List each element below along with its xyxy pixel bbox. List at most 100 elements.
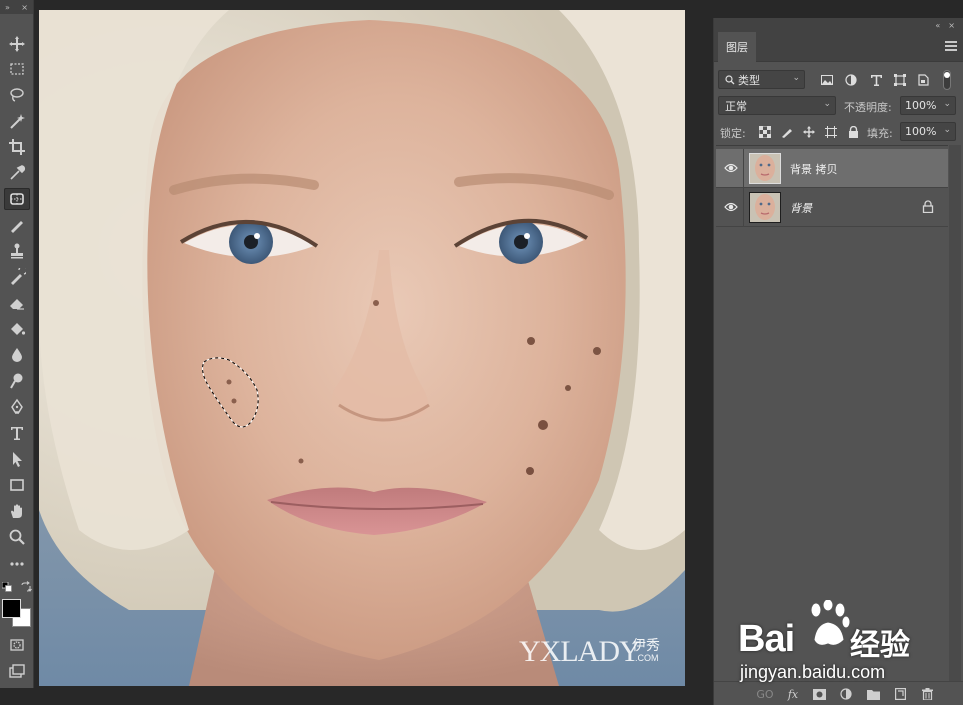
smart-object-filter-icon[interactable] bbox=[916, 73, 930, 87]
panel-header: « × bbox=[714, 18, 963, 32]
panel-tab-row: 图层 bbox=[714, 32, 963, 62]
lasso-tool[interactable] bbox=[4, 84, 30, 106]
collapse-icon[interactable]: « bbox=[935, 21, 940, 30]
blur-drop-icon bbox=[12, 348, 22, 362]
lasso-icon bbox=[10, 88, 24, 102]
search-icon bbox=[725, 74, 735, 84]
brush-tool[interactable] bbox=[4, 214, 30, 236]
layer-name[interactable]: 背景 bbox=[790, 200, 812, 216]
image-filter-icon[interactable] bbox=[820, 73, 834, 87]
path-selection-tool[interactable] bbox=[4, 448, 30, 470]
quick-mask-tool[interactable] bbox=[4, 634, 30, 656]
dodge-icon bbox=[10, 373, 23, 389]
eyedropper-tool[interactable] bbox=[4, 162, 30, 184]
layer-name[interactable]: 背景 拷贝 bbox=[790, 161, 838, 177]
filter-row: 类型 ⌄ bbox=[714, 68, 963, 92]
tools-panel: » × bbox=[0, 0, 34, 688]
adjustment-filter-icon[interactable] bbox=[844, 73, 858, 87]
panel-menu-icon[interactable] bbox=[945, 41, 957, 53]
photoshop-window: » × YXLADY 伊秀 .COM « × 图层 类型 ⌄ 正常 ⌄ 不透明度… bbox=[0, 0, 963, 705]
eyedropper-icon bbox=[10, 165, 26, 180]
stamp-icon bbox=[11, 243, 23, 259]
tools-panel-header: » × bbox=[0, 0, 33, 14]
blend-mode-value: 正常 bbox=[725, 99, 747, 113]
paint-bucket-tool[interactable] bbox=[4, 318, 30, 340]
close-icon[interactable]: × bbox=[948, 21, 955, 30]
swap-colors-icon[interactable] bbox=[20, 581, 32, 593]
layer-row-background-copy[interactable]: 背景 拷贝 bbox=[716, 149, 948, 188]
screen-mode-tool[interactable] bbox=[4, 660, 30, 682]
pen-icon bbox=[11, 398, 23, 414]
baidu-jingyan-watermark: Baidu 经验 jingyan.baidu.com bbox=[738, 600, 958, 690]
stamp-tool[interactable] bbox=[4, 240, 30, 262]
filter-label: 类型 bbox=[738, 73, 760, 87]
marquee-icon bbox=[10, 63, 24, 75]
close-icon[interactable]: × bbox=[21, 3, 28, 12]
patch-tool[interactable] bbox=[4, 188, 30, 210]
default-colors-icon[interactable] bbox=[1, 581, 12, 592]
fill-input[interactable]: 100% ⌄ bbox=[900, 122, 956, 141]
eraser-tool[interactable] bbox=[4, 292, 30, 314]
yxlady-com-watermark: .COM bbox=[635, 653, 659, 663]
marquee-tool[interactable] bbox=[4, 58, 30, 80]
type-icon bbox=[11, 427, 23, 440]
lock-transparent-icon[interactable] bbox=[758, 125, 772, 139]
hand-icon bbox=[11, 504, 22, 518]
eye-visibility-icon[interactable] bbox=[724, 201, 738, 213]
opacity-label: 不透明度: bbox=[844, 101, 892, 114]
rectangle-icon bbox=[10, 479, 24, 491]
dodge-tool[interactable] bbox=[4, 370, 30, 392]
portrait-photo bbox=[39, 10, 685, 686]
paint-bucket-icon bbox=[11, 323, 26, 335]
layer-thumbnail bbox=[749, 153, 781, 184]
rectangle-tool[interactable] bbox=[4, 474, 30, 496]
lock-position-icon[interactable] bbox=[802, 125, 816, 139]
magic-wand-icon bbox=[10, 114, 25, 129]
type-tool[interactable] bbox=[4, 422, 30, 444]
jingyan-label: 经验 bbox=[850, 628, 910, 663]
hand-tool[interactable] bbox=[4, 500, 30, 522]
zoom-tool[interactable] bbox=[4, 526, 30, 548]
quick-mask-icon bbox=[10, 639, 24, 651]
yxlady-cn-watermark: 伊秀 bbox=[632, 638, 660, 654]
blur-tool[interactable] bbox=[4, 344, 30, 366]
crop-icon bbox=[9, 139, 25, 155]
lock-pixels-brush-icon[interactable] bbox=[780, 125, 794, 139]
blend-mode-select[interactable]: 正常 ⌄ bbox=[718, 96, 836, 115]
opacity-input[interactable]: 100% ⌄ bbox=[900, 96, 956, 115]
magic-wand-tool[interactable] bbox=[4, 110, 30, 132]
lock-icon[interactable] bbox=[922, 200, 934, 213]
lock-label: 锁定: bbox=[720, 127, 746, 140]
screen-mode-icon bbox=[9, 664, 25, 678]
collapse-icon[interactable]: » bbox=[5, 3, 10, 12]
opacity-value: 100% bbox=[905, 99, 937, 112]
pen-tool[interactable] bbox=[4, 396, 30, 418]
fill-label: 填充: bbox=[867, 127, 893, 140]
patch-icon bbox=[10, 193, 24, 205]
lock-artboard-icon[interactable] bbox=[824, 125, 838, 139]
crop-tool[interactable] bbox=[4, 136, 30, 158]
type-filter-icon[interactable] bbox=[869, 73, 883, 87]
jingyan-url: jingyan.baidu.com bbox=[740, 662, 886, 682]
layer-row-background[interactable]: 背景 bbox=[716, 188, 948, 227]
move-tool[interactable] bbox=[4, 33, 30, 55]
move-icon bbox=[9, 36, 25, 52]
layer-thumbnail bbox=[749, 192, 781, 223]
filter-toggle-icon[interactable] bbox=[942, 69, 952, 91]
blend-row: 正常 ⌄ 不透明度: 100% ⌄ bbox=[714, 94, 963, 118]
eye-visibility-icon[interactable] bbox=[724, 162, 738, 174]
tab-layers[interactable]: 图层 bbox=[718, 32, 756, 62]
lock-all-icon[interactable] bbox=[846, 125, 860, 139]
foreground-color-swatch[interactable] bbox=[2, 599, 21, 618]
lock-row: 锁定: 填充: 100% ⌄ bbox=[714, 120, 963, 144]
history-brush-icon bbox=[11, 268, 26, 285]
more-dots-icon bbox=[10, 562, 24, 566]
document-canvas[interactable]: YXLADY 伊秀 .COM bbox=[39, 10, 685, 686]
layer-filter-select[interactable]: 类型 ⌄ bbox=[718, 70, 805, 89]
history-brush-tool[interactable] bbox=[4, 266, 30, 288]
fill-value: 100% bbox=[905, 125, 937, 138]
yxlady-watermark: YXLADY bbox=[519, 635, 641, 668]
more-tools[interactable] bbox=[4, 553, 30, 575]
shape-filter-icon[interactable] bbox=[893, 73, 907, 87]
arrow-cursor-icon bbox=[13, 452, 22, 467]
